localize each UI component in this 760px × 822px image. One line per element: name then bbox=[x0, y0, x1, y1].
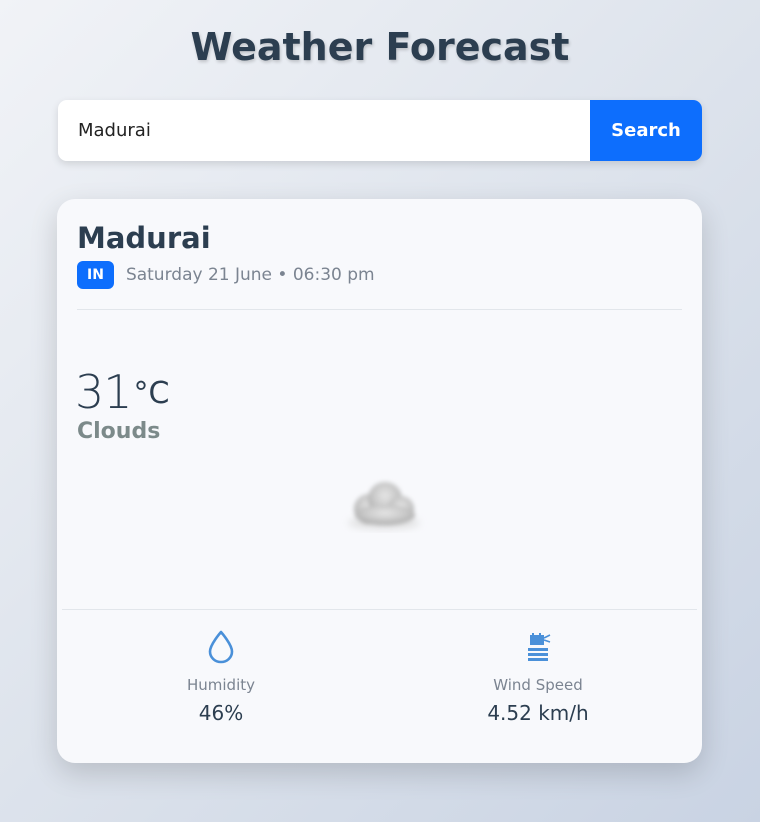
wind-speed-label: Wind Speed bbox=[493, 676, 583, 694]
wind-speed-value: 4.52 km/h bbox=[487, 701, 589, 725]
search-button[interactable]: Search bbox=[590, 100, 702, 161]
divider bbox=[62, 609, 697, 610]
weather-card: Madurai IN Saturday 21 June • 06:30 pm 3… bbox=[57, 199, 702, 763]
wind-speed-stat: Wind Speed 4.52 km/h bbox=[438, 629, 638, 727]
divider bbox=[77, 309, 682, 310]
wind-icon bbox=[522, 629, 554, 665]
weather-condition: Clouds bbox=[77, 419, 161, 444]
location-meta: IN Saturday 21 June • 06:30 pm bbox=[77, 261, 375, 289]
city-search-input[interactable] bbox=[58, 100, 590, 161]
humidity-value: 46% bbox=[198, 701, 244, 725]
temperature-value: 31 bbox=[75, 365, 133, 419]
date-time: Saturday 21 June • 06:30 pm bbox=[125, 265, 375, 285]
city-name: Madurai bbox=[77, 221, 211, 255]
cloud-icon bbox=[329, 467, 439, 543]
humidity-label: Humidity bbox=[186, 676, 255, 694]
humidity-stat: Humidity 46% bbox=[121, 629, 321, 727]
country-badge: IN bbox=[77, 261, 114, 289]
water-drop-icon bbox=[205, 629, 237, 665]
temperature-display: 31 °C bbox=[75, 365, 170, 419]
app-title: Weather Forecast bbox=[190, 25, 570, 69]
search-bar: Search bbox=[58, 100, 702, 161]
temperature-unit: °C bbox=[133, 376, 170, 411]
